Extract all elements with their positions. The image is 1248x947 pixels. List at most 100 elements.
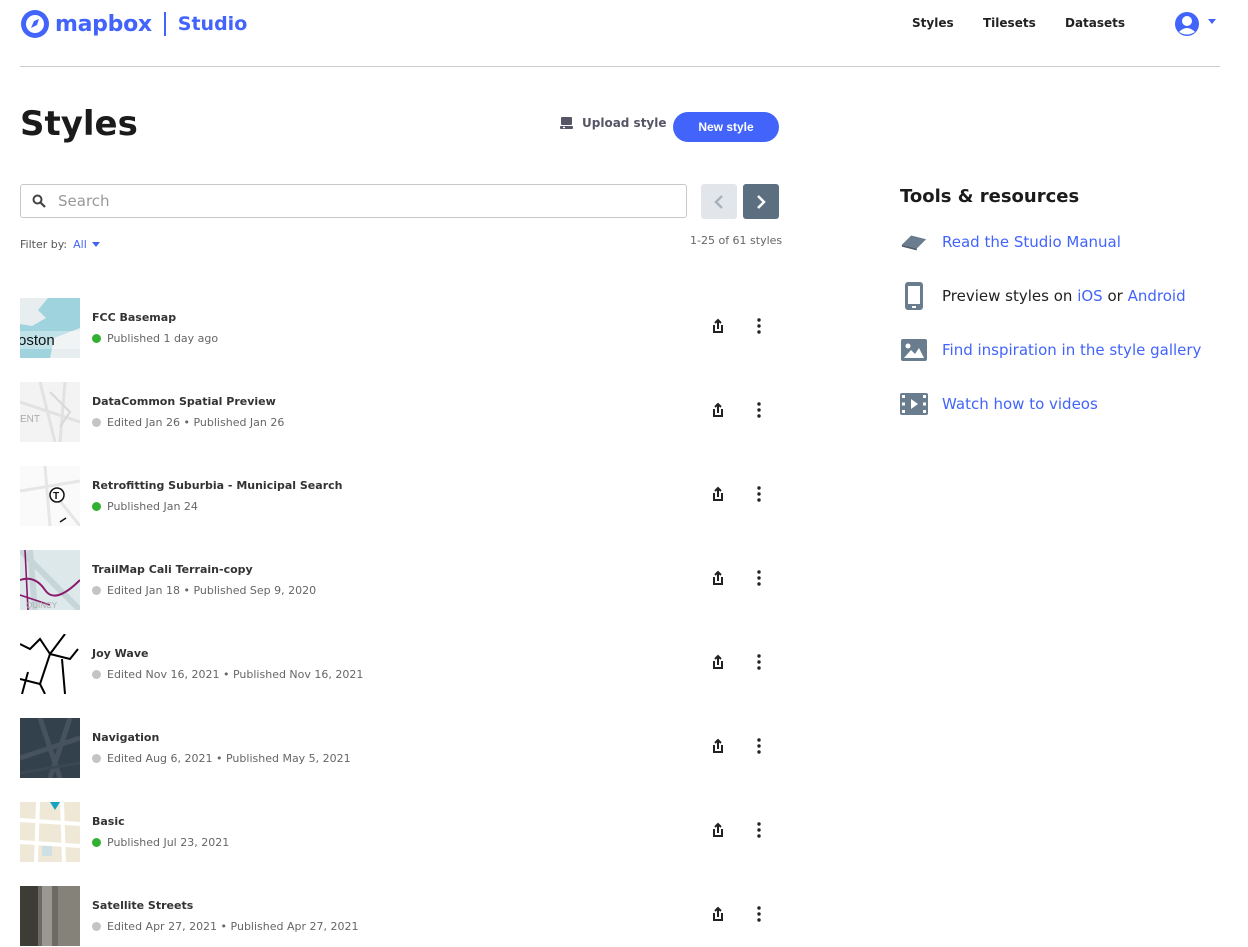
style-thumbnail[interactable]: T [20, 466, 80, 526]
brand-name: mapbox [55, 11, 152, 37]
android-link[interactable]: Android [1128, 287, 1186, 305]
resource-preview: Preview styles on iOS or Android [900, 282, 1186, 310]
status-dot [92, 922, 101, 931]
status-dot [92, 334, 101, 343]
search-input[interactable] [56, 191, 660, 211]
status-dot [92, 754, 101, 763]
style-status: Published Jul 23, 2021 [92, 836, 229, 849]
more-options-icon[interactable] [754, 486, 764, 502]
style-meta: Edited Aug 6, 2021 • Published May 5, 20… [107, 752, 351, 765]
style-thumbnail[interactable]: oston [20, 298, 80, 358]
account-caret-icon[interactable] [1208, 19, 1216, 24]
search-box [20, 184, 687, 218]
status-dot [92, 838, 101, 847]
style-row[interactable]: QUINCY TrailMap Cali Terrain-copy Edited… [20, 550, 780, 610]
nav-datasets[interactable]: Datasets [1065, 16, 1125, 30]
next-page-button[interactable] [743, 184, 779, 219]
style-row[interactable]: oston FCC Basemap Published 1 day ago [20, 298, 780, 358]
style-title[interactable]: Satellite Streets [92, 899, 193, 912]
mapbox-studio-logo[interactable]: mapbox Studio [20, 9, 247, 39]
style-row[interactable]: Satellite Streets Edited Apr 27, 2021 • … [20, 886, 780, 946]
more-options-icon[interactable] [754, 738, 764, 754]
status-dot [92, 670, 101, 679]
mapbox-logo-icon [21, 10, 49, 38]
style-thumbnail[interactable] [20, 802, 80, 862]
share-icon[interactable] [711, 906, 725, 922]
svg-text:ENT: ENT [20, 414, 40, 425]
svg-text:QUINCY: QUINCY [26, 601, 58, 610]
filter-caret-icon[interactable] [91, 242, 100, 247]
style-title[interactable]: TrailMap Cali Terrain-copy [92, 563, 253, 576]
more-options-icon[interactable] [754, 654, 764, 670]
more-options-icon[interactable] [754, 822, 764, 838]
style-row[interactable]: T Retrofitting Suburbia - Municipal Sear… [20, 466, 780, 526]
style-thumbnail[interactable]: ENT [20, 382, 80, 442]
top-bar: mapbox Studio Styles Tilesets Datasets [20, 0, 1220, 67]
style-meta: Published Jul 23, 2021 [107, 836, 230, 849]
style-row[interactable]: Navigation Edited Aug 6, 2021 • Publishe… [20, 718, 780, 778]
style-title[interactable]: FCC Basemap [92, 311, 176, 324]
style-row[interactable]: ENT DataCommon Spatial Preview Edited Ja… [20, 382, 780, 442]
chevron-left-icon [714, 194, 723, 209]
style-title[interactable]: Joy Wave [92, 647, 148, 660]
share-icon[interactable] [711, 654, 725, 670]
style-thumbnail[interactable] [20, 634, 80, 694]
share-icon[interactable] [711, 822, 725, 838]
style-row[interactable]: Joy Wave Edited Nov 16, 2021 • Published… [20, 634, 780, 694]
more-options-icon[interactable] [754, 318, 764, 334]
nav-styles[interactable]: Styles [912, 16, 954, 30]
previous-page-button[interactable] [701, 184, 737, 219]
share-icon[interactable] [711, 318, 725, 334]
style-row[interactable]: Basic Published Jul 23, 2021 [20, 802, 780, 862]
ios-link[interactable]: iOS [1077, 287, 1103, 305]
resource-manual: Read the Studio Manual [900, 228, 1121, 256]
svg-text:oston: oston [20, 332, 55, 349]
avatar-icon[interactable] [1174, 11, 1200, 37]
style-meta: Edited Jan 26 • Published Jan 26 [107, 416, 285, 429]
preview-or: or [1107, 287, 1123, 305]
filter-label: Filter by: [20, 238, 68, 251]
studio-manual-link[interactable]: Read the Studio Manual [942, 233, 1121, 251]
style-thumbnail[interactable] [20, 886, 80, 946]
upload-style-button[interactable]: Upload style [560, 116, 667, 130]
share-icon[interactable] [711, 486, 725, 502]
style-meta: Edited Apr 27, 2021 • Published Apr 27, … [107, 920, 359, 933]
share-icon[interactable] [711, 402, 725, 418]
more-options-icon[interactable] [754, 570, 764, 586]
style-status: Edited Nov 16, 2021 • Published Nov 16, … [92, 668, 363, 681]
style-title[interactable]: Basic [92, 815, 125, 828]
how-to-videos-link[interactable]: Watch how to videos [942, 395, 1098, 413]
video-icon [900, 390, 928, 418]
style-status: Published 1 day ago [92, 332, 218, 345]
page-title: Styles [20, 104, 138, 144]
filter: Filter by: All [20, 238, 100, 251]
phone-icon [900, 282, 928, 310]
status-dot [92, 418, 101, 427]
style-meta: Published 1 day ago [107, 332, 219, 345]
preview-prefix: Preview styles on [942, 287, 1073, 305]
nav-tilesets[interactable]: Tilesets [983, 16, 1036, 30]
more-options-icon[interactable] [754, 906, 764, 922]
style-thumbnail[interactable]: QUINCY [20, 550, 80, 610]
share-icon[interactable] [711, 570, 725, 586]
style-status: Published Jan 24 [92, 500, 198, 513]
share-icon[interactable] [711, 738, 725, 754]
upload-style-label: Upload style [582, 116, 667, 130]
style-meta: Edited Nov 16, 2021 • Published Nov 16, … [107, 668, 364, 681]
more-options-icon[interactable] [754, 402, 764, 418]
style-thumbnail[interactable] [20, 718, 80, 778]
brand-separator [163, 12, 166, 36]
style-status: Edited Aug 6, 2021 • Published May 5, 20… [92, 752, 351, 765]
filter-dropdown[interactable]: All [73, 238, 87, 251]
style-title[interactable]: Retrofitting Suburbia - Municipal Search [92, 479, 342, 492]
upload-icon [560, 117, 573, 129]
status-dot [92, 502, 101, 511]
style-title[interactable]: Navigation [92, 731, 159, 744]
status-dot [92, 586, 101, 595]
style-title[interactable]: DataCommon Spatial Preview [92, 395, 276, 408]
resource-videos: Watch how to videos [900, 390, 1098, 418]
svg-text:T: T [53, 491, 59, 502]
style-gallery-link[interactable]: Find inspiration in the style gallery [942, 341, 1201, 359]
style-status: Edited Jan 18 • Published Sep 9, 2020 [92, 584, 316, 597]
new-style-button[interactable]: New style [673, 112, 779, 142]
